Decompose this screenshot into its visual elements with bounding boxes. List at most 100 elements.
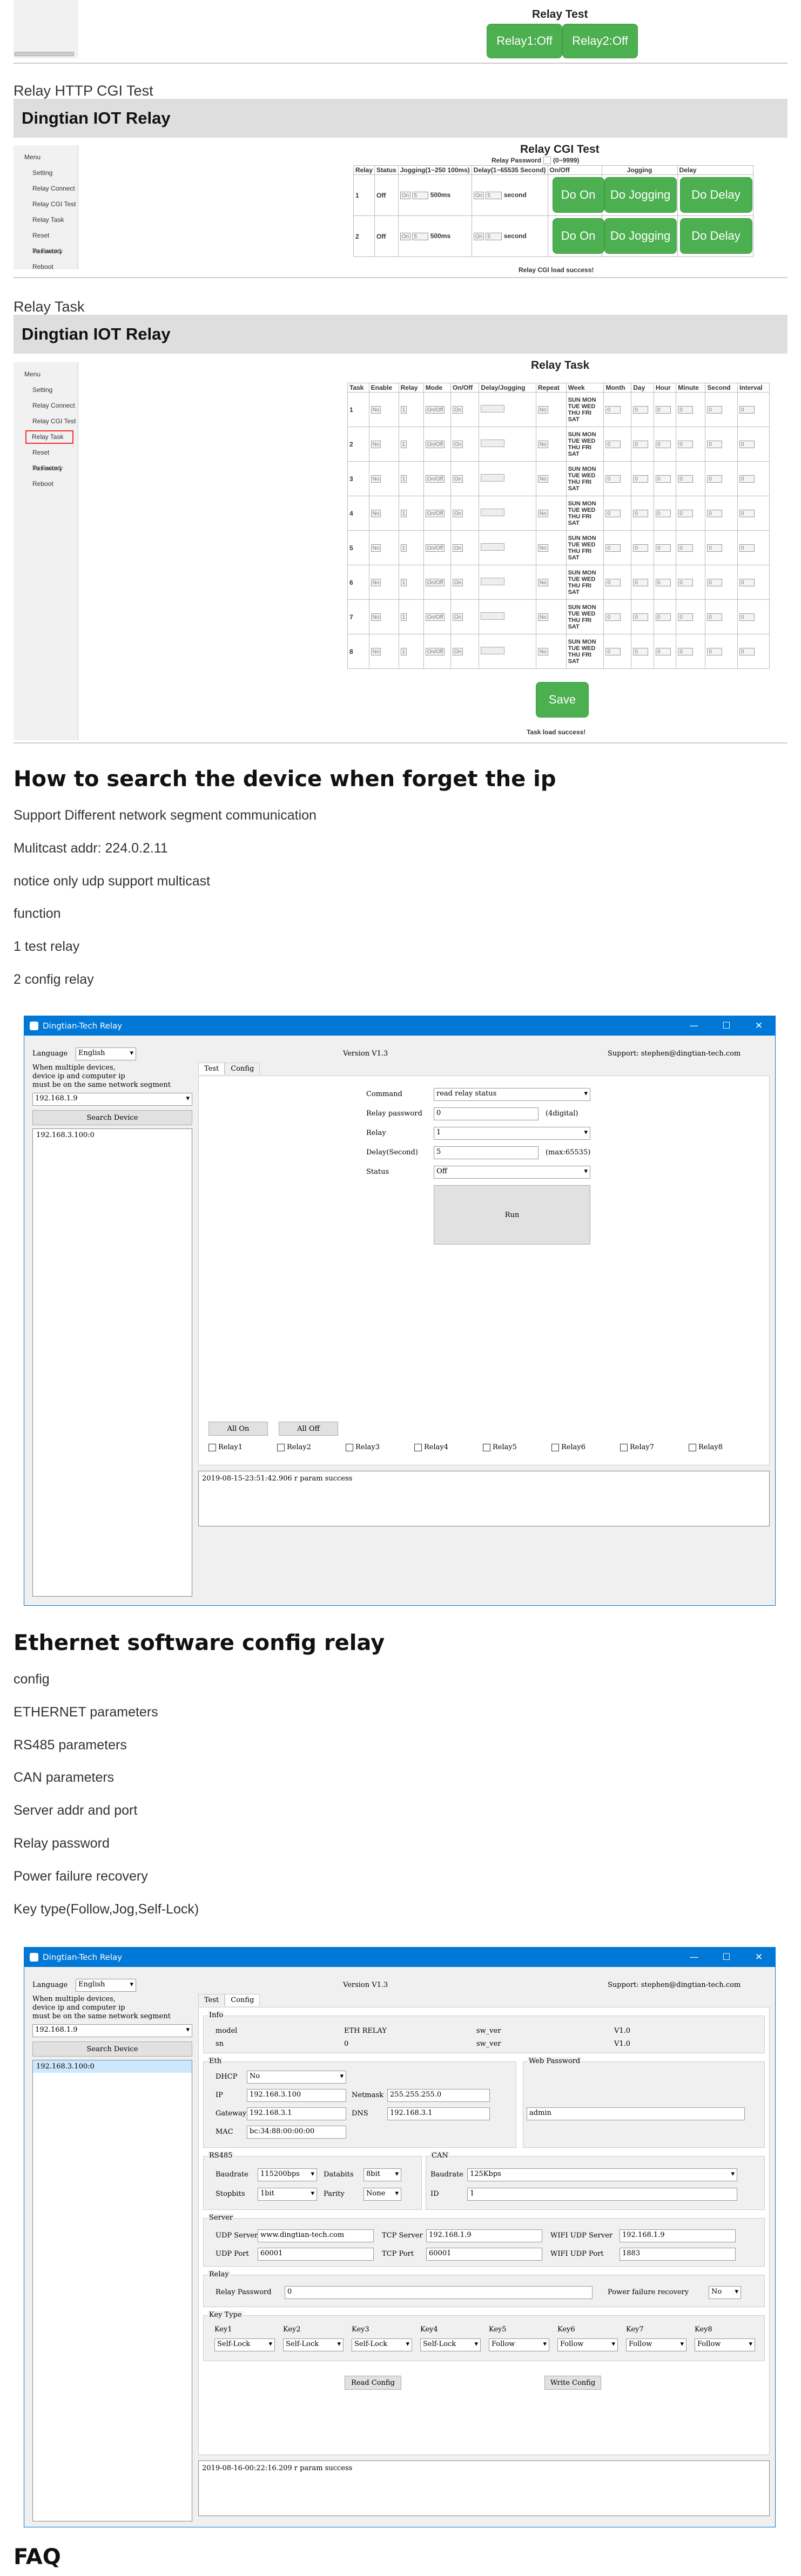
interval-input[interactable]: 0 [739, 544, 755, 552]
day-input[interactable]: 0 [633, 613, 649, 621]
month-input[interactable]: 0 [605, 613, 621, 621]
relay2-button[interactable]: Relay2:Off [562, 24, 638, 58]
mode-select[interactable]: On/Off [425, 441, 445, 448]
tab-test[interactable]: Test [198, 1994, 225, 2006]
week-days[interactable]: SUN MON TUE WED THU FRI SAT [568, 466, 596, 492]
relay3-checkbox[interactable]: Relay3 [346, 1443, 380, 1451]
menu-relay-cgi-test[interactable]: Relay CGI Test [14, 414, 78, 429]
do-delay-button[interactable]: Do Delay [679, 218, 752, 254]
day-input[interactable]: 0 [633, 441, 649, 448]
hour-input[interactable]: 0 [655, 441, 671, 448]
ip-select[interactable]: 192.168.1.9 [32, 2024, 192, 2037]
second-input[interactable]: 0 [707, 475, 723, 483]
week-days[interactable]: SUN MON TUE WED THU FRI SAT [568, 397, 596, 423]
mode-select[interactable]: On/Off [425, 579, 445, 586]
tcp-port-input[interactable]: 60001 [426, 2248, 542, 2261]
stopbits-select[interactable]: 1bit [258, 2188, 317, 2201]
delay-jog-input[interactable] [481, 474, 505, 482]
wifi-udp-port-input[interactable]: 1883 [620, 2248, 736, 2261]
enable-select[interactable]: No [371, 441, 381, 448]
relay2-checkbox[interactable]: Relay2 [277, 1443, 311, 1451]
day-input[interactable]: 0 [633, 579, 649, 586]
menu-relay-connect[interactable]: Relay Connect [14, 398, 78, 414]
delay-jog-input[interactable] [481, 405, 505, 413]
enable-select[interactable]: No [371, 613, 381, 621]
enable-select[interactable]: No [371, 544, 381, 552]
repeat-select[interactable]: No [537, 510, 548, 517]
menu-relay-task[interactable]: Relay Task [14, 212, 78, 228]
day-input[interactable]: 0 [633, 544, 649, 552]
week-days[interactable]: SUN MON TUE WED THU FRI SAT [568, 431, 596, 457]
onoff-select[interactable]: On [452, 613, 463, 621]
hour-input[interactable]: 0 [655, 475, 671, 483]
netmask-input[interactable]: 255.255.255.0 [387, 2089, 490, 2102]
tab-config[interactable]: Config [225, 1994, 260, 2006]
dns-input[interactable]: 192.168.3.1 [387, 2107, 490, 2120]
power-failure-select[interactable]: No [709, 2286, 741, 2299]
tcp-server-input[interactable]: 192.168.1.9 [426, 2229, 542, 2242]
relay-select[interactable]: 1 [400, 579, 407, 586]
second-input[interactable]: 0 [707, 544, 723, 552]
repeat-select[interactable]: No [537, 648, 548, 655]
interval-input[interactable]: 0 [739, 406, 755, 414]
interval-input[interactable]: 0 [739, 475, 755, 483]
hour-input[interactable]: 0 [655, 613, 671, 621]
device-list-item[interactable]: 192.168.3.100:0 [33, 1129, 192, 1141]
minute-input[interactable]: 0 [678, 441, 694, 448]
relay-select[interactable]: 1 [400, 648, 407, 655]
day-input[interactable]: 0 [633, 648, 649, 655]
close-icon[interactable]: ✕ [743, 1020, 775, 1031]
gateway-input[interactable]: 192.168.3.1 [247, 2107, 346, 2120]
interval-input[interactable]: 0 [739, 510, 755, 517]
device-list[interactable]: 192.168.3.100:0 [32, 2060, 192, 2521]
second-input[interactable]: 0 [707, 579, 723, 586]
minimize-icon[interactable]: — [678, 1952, 710, 1963]
delay-jog-input[interactable] [481, 543, 505, 551]
wifi-udp-server-input[interactable]: 192.168.1.9 [620, 2229, 736, 2242]
menu-relay-task[interactable]: Relay Task [24, 429, 75, 445]
week-days[interactable]: SUN MON TUE WED THU FRI SAT [568, 604, 596, 630]
device-list-item[interactable]: 192.168.3.100:0 [33, 2060, 192, 2073]
can-baud-select[interactable]: 125Kbps [467, 2168, 737, 2181]
cgi-password-input[interactable] [543, 157, 551, 164]
cgi-delay-select[interactable]: On [473, 233, 484, 240]
relay4-checkbox[interactable]: Relay4 [414, 1443, 448, 1451]
interval-input[interactable]: 0 [739, 579, 755, 586]
hour-input[interactable]: 0 [655, 510, 671, 517]
cgi-delay-select[interactable]: On [473, 192, 484, 199]
onoff-select[interactable]: On [452, 544, 463, 552]
mode-select[interactable]: On/Off [425, 544, 445, 552]
second-input[interactable]: 0 [707, 648, 723, 655]
relay-password-input[interactable]: 0 [285, 2286, 593, 2299]
onoff-select[interactable]: On [452, 648, 463, 655]
do-jogging-button[interactable]: Do Jogging [604, 177, 677, 213]
key-type-select[interactable]: Self-Lock [283, 2338, 344, 2351]
all-on-button[interactable]: All On [208, 1422, 268, 1436]
menu-reset-password[interactable]: Reset Password [14, 445, 78, 472]
onoff-select[interactable]: On [452, 579, 463, 586]
onoff-select[interactable]: On [452, 441, 463, 448]
cgi-jog-select[interactable]: On [400, 192, 411, 199]
udp-port-input[interactable]: 60001 [258, 2248, 374, 2261]
month-input[interactable]: 0 [605, 475, 621, 483]
month-input[interactable]: 0 [605, 510, 621, 517]
hour-input[interactable]: 0 [655, 544, 671, 552]
minute-input[interactable]: 0 [678, 475, 694, 483]
second-input[interactable]: 0 [707, 441, 723, 448]
month-input[interactable]: 0 [605, 648, 621, 655]
tab-config[interactable]: Config [225, 1063, 260, 1074]
delay-jog-input[interactable] [481, 440, 505, 447]
repeat-select[interactable]: No [537, 475, 548, 483]
mode-select[interactable]: On/Off [425, 406, 445, 414]
interval-input[interactable]: 0 [739, 441, 755, 448]
minute-input[interactable]: 0 [678, 510, 694, 517]
mode-select[interactable]: On/Off [425, 613, 445, 621]
cgi-jog-value[interactable]: 5 [412, 192, 429, 199]
device-list[interactable]: 192.168.3.100:0 [32, 1128, 192, 1597]
enable-select[interactable]: No [371, 406, 381, 414]
menu-to-factory[interactable]: To Factory [14, 244, 78, 259]
mode-select[interactable]: On/Off [425, 475, 445, 483]
interval-input[interactable]: 0 [739, 648, 755, 655]
minute-input[interactable]: 0 [678, 579, 694, 586]
enable-select[interactable]: No [371, 648, 381, 655]
